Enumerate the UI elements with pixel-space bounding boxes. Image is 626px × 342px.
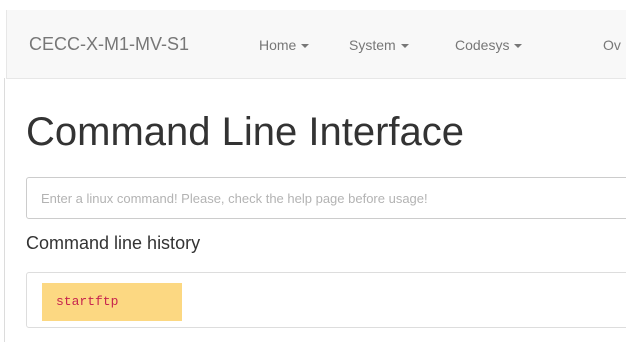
nav-system-label: System bbox=[349, 37, 396, 53]
nav-codesys-dropdown[interactable]: Codesys bbox=[455, 37, 523, 53]
caret-down-icon bbox=[514, 44, 523, 49]
nav-codesys-label: Codesys bbox=[455, 37, 510, 53]
caret-down-icon bbox=[301, 44, 310, 49]
navbar-brand[interactable]: CECC-X-M1-MV-S1 bbox=[29, 34, 189, 55]
page: CECC-X-M1-MV-S1 Home System Codesys Ov C… bbox=[0, 0, 626, 342]
nav-overflow-label: Ov bbox=[603, 37, 621, 53]
history-heading: Command line history bbox=[26, 233, 201, 253]
nav-system-dropdown[interactable]: System bbox=[349, 37, 409, 53]
top-navbar: CECC-X-M1-MV-S1 Home System Codesys Ov bbox=[6, 10, 626, 79]
nav-overflow-item[interactable]: Ov bbox=[603, 37, 621, 53]
page-title: Command Line Interface bbox=[26, 110, 465, 154]
history-entry[interactable]: startftp bbox=[42, 283, 182, 321]
left-border bbox=[4, 78, 5, 342]
nav-home-label: Home bbox=[259, 37, 297, 53]
history-panel: startftp bbox=[26, 272, 626, 328]
nav-home-dropdown[interactable]: Home bbox=[259, 37, 310, 53]
command-input[interactable] bbox=[26, 177, 626, 219]
caret-down-icon bbox=[400, 44, 409, 49]
